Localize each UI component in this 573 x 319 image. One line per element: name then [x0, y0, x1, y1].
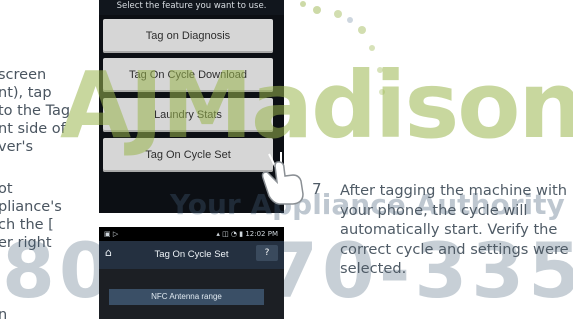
feature-prompt: Select the feature you want to use.: [99, 0, 284, 15]
left-text-line: screen: [0, 67, 47, 83]
left-text-line: nt side of: [0, 121, 66, 137]
watermark-logo: AJMadison: [60, 52, 573, 159]
help-button[interactable]: ?: [256, 245, 278, 261]
status-time: ▴ ◫ ◔ ▮ 12:02 PM: [216, 230, 278, 238]
hand-tap-icon: [261, 152, 304, 205]
notification-icons: ▣ ▷: [104, 230, 119, 238]
phone-screenshot-cycle-set: ▣ ▷ ▴ ◫ ◔ ▮ 12:02 PM ⌂ Tag On Cycle Set …: [99, 227, 284, 319]
step-instruction: After tagging the machine with your phon…: [340, 182, 569, 277]
tag-on-diagnosis-button[interactable]: Tag on Diagnosis: [103, 19, 273, 53]
app-bar: ⌂ Tag On Cycle Set ?: [99, 241, 284, 269]
left-text-line: pliance's: [0, 199, 62, 215]
left-text-line: nt), tap: [0, 85, 52, 101]
left-text-line: ot: [0, 181, 13, 197]
status-bar: ▣ ▷ ▴ ◫ ◔ ▮ 12:02 PM: [99, 227, 284, 241]
left-text-line: ver's: [0, 139, 34, 155]
nfc-antenna-range-button[interactable]: NFC Antenna range: [109, 289, 264, 305]
status-time-text: 12:02 PM: [245, 230, 278, 238]
step-number: 7: [312, 180, 322, 198]
